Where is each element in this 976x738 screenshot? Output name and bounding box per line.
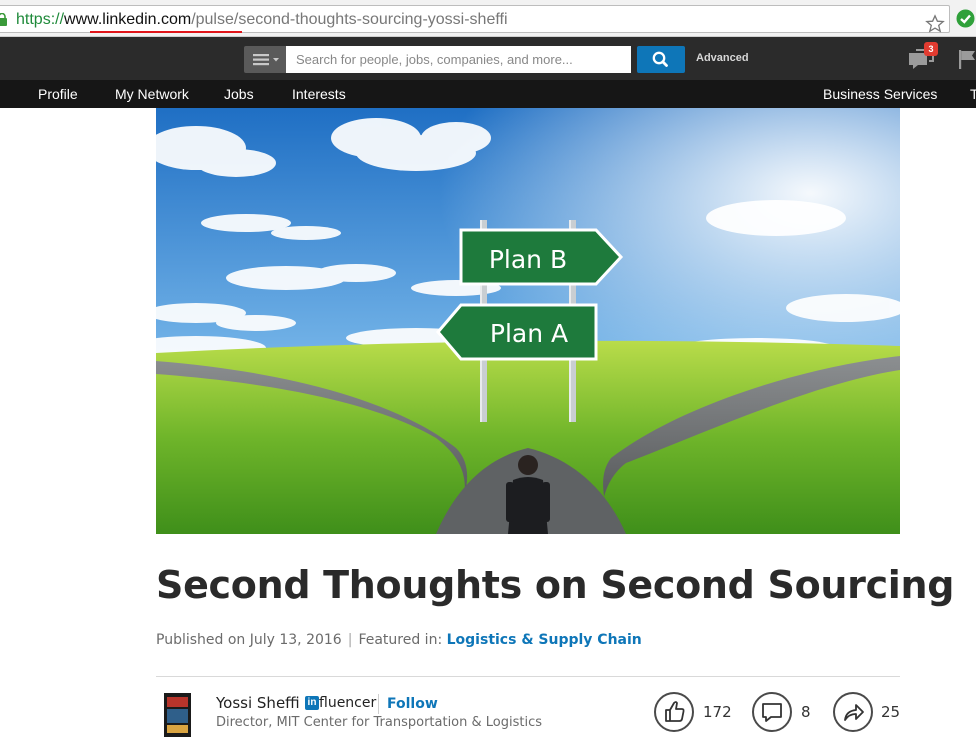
url-text: https://www.linkedin.com/pulse/second-th… [16,10,508,30]
sign-plan-b: Plan B [489,245,567,274]
thumbs-up-icon [665,701,685,722]
author-name[interactable]: Yossi Sheffi [216,694,300,712]
annotation-underline [90,31,242,33]
browser-toolbar: https://www.linkedin.com/pulse/second-th… [0,0,976,37]
extension-icon[interactable] [955,8,976,29]
meta-separator: | [347,632,353,648]
menu-icon [253,54,279,66]
like-button[interactable] [654,692,694,732]
linkedin-header: Advanced 3 [0,37,976,80]
advanced-search-link[interactable]: Advanced [696,52,749,64]
like-count: 172 [703,703,732,721]
author-title: Director, MIT Center for Transportation … [216,715,543,730]
url-scheme: https:// [16,11,65,28]
share-count: 25 [881,703,901,721]
main-nav: Profile My Network Jobs Interests Busine… [0,80,976,108]
influencer-suffix: fluencer [319,695,377,711]
nav-item-my-network[interactable]: My Network [115,86,189,102]
featured-label: Featured in: [358,632,443,648]
nav-item-truncated[interactable]: T [970,86,976,102]
nav-item-profile[interactable]: Profile [38,86,78,102]
nav-item-jobs[interactable]: Jobs [224,86,254,102]
lock-icon [0,13,7,26]
published-date: Published on July 13, 2016 [156,632,342,648]
search-button[interactable] [637,46,685,73]
search-category-button[interactable] [244,46,286,73]
divider [156,676,900,677]
article-meta: Published on July 13, 2016 | Featured in: … [156,632,642,648]
nav-item-interests[interactable]: Interests [292,86,346,102]
share-arrow-icon [844,704,864,721]
share-button[interactable] [833,692,873,732]
linkedin-in-logo: in [305,696,319,710]
search-icon [652,51,668,67]
comment-count: 8 [801,703,811,721]
featured-channel-link[interactable]: Logistics & Supply Chain [447,632,642,648]
article-hero-image: Plan B Plan A [156,108,900,534]
nav-item-business-services[interactable]: Business Services [823,86,937,102]
search-input[interactable] [286,46,631,73]
follow-button[interactable]: Follow [387,696,438,712]
comment-icon [762,703,782,722]
article-title: Second Thoughts on Second Sourcing [156,563,955,607]
url-path: /pulse/second-thoughts-sourcing-yossi-sh… [191,11,508,28]
influencer-badge: in fluencer [305,696,376,712]
sign-plan-a: Plan A [490,319,568,348]
url-host: www.linkedin.com [64,11,192,28]
bookmark-star-icon[interactable] [925,14,945,34]
author-book-image[interactable] [164,693,191,737]
messages-badge: 3 [924,42,938,56]
notifications-flag-icon[interactable] [958,49,976,69]
follow-separator [378,694,379,714]
comment-button[interactable] [752,692,792,732]
address-bar[interactable]: https://www.linkedin.com/pulse/second-th… [0,5,950,33]
hero-illustration: Plan B Plan A [156,108,900,534]
